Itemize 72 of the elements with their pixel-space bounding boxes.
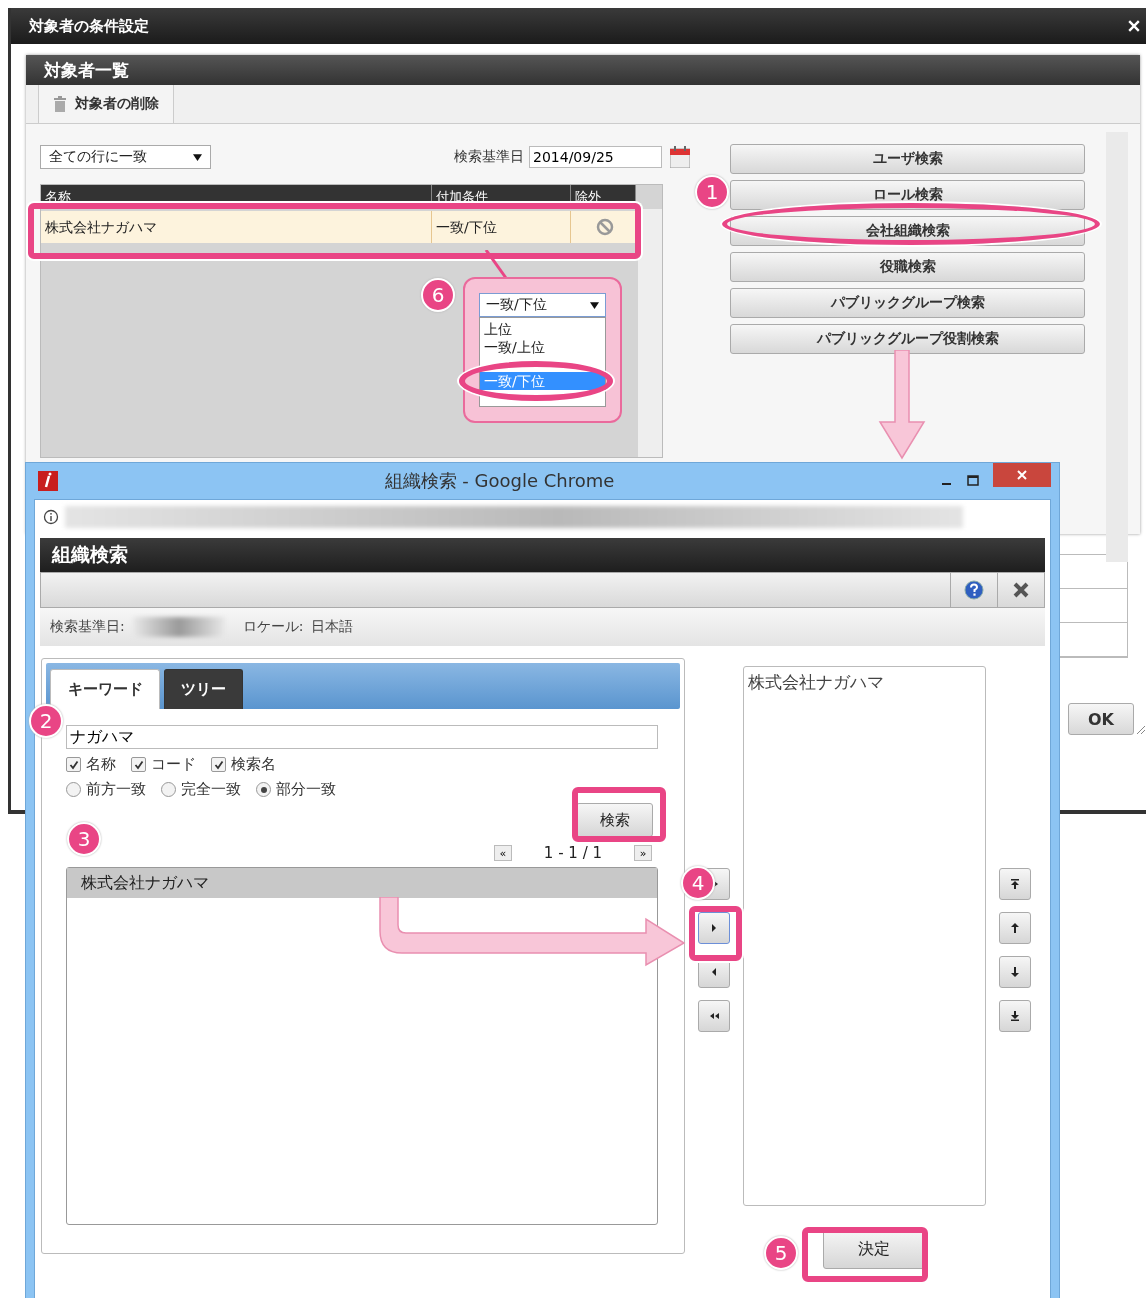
condition-select[interactable]: 一致/下位 (479, 293, 606, 317)
move-top-button[interactable] (999, 868, 1031, 900)
match-select[interactable]: 全ての行に一致 (40, 145, 211, 169)
close-icon (1016, 469, 1028, 481)
double-left-arrow-icon (708, 1011, 720, 1021)
left-arrow-icon (710, 967, 718, 977)
ok-button[interactable]: OK (1068, 703, 1134, 735)
down-arrow-icon (1010, 966, 1020, 978)
search-button[interactable]: 役職検索 (730, 252, 1085, 282)
add-button[interactable] (698, 912, 730, 944)
move-up-button[interactable] (999, 912, 1031, 944)
radio-label: 部分一致 (276, 780, 336, 799)
up-arrow-icon (1010, 922, 1020, 934)
date-field[interactable]: 2014/09/25 (529, 146, 662, 168)
maximize-icon[interactable] (967, 475, 979, 487)
table-cell: 株式会社ナガハマ (41, 211, 432, 243)
checkbox-label: 検索名 (231, 755, 276, 774)
dropdown-option[interactable]: 上位 (480, 320, 605, 338)
window-title: 組織検索 - Google Chrome (383, 469, 616, 493)
app-icon (38, 471, 58, 491)
checkbox[interactable] (66, 757, 81, 772)
trash-icon (53, 96, 67, 112)
radio-button[interactable] (161, 782, 176, 797)
leader-line (484, 250, 508, 280)
keyword-field[interactable]: ナガハマ (66, 725, 658, 749)
table-cell[interactable]: 一致/下位 (432, 211, 571, 243)
highlight-frame (689, 906, 742, 961)
radio-label: 完全一致 (181, 780, 241, 799)
search-button[interactable]: ユーザ検索 (730, 144, 1085, 174)
caret-icon (193, 153, 202, 161)
search-button[interactable]: パブリックグループ検索 (730, 288, 1085, 318)
radio-button[interactable] (66, 782, 81, 797)
help-icon[interactable] (964, 580, 984, 600)
info-icon[interactable] (43, 509, 59, 525)
close-button[interactable] (993, 463, 1051, 487)
remove-all-button[interactable] (698, 1000, 730, 1032)
locale-label: ロケール: (242, 618, 304, 636)
move-bottom-button[interactable] (999, 1000, 1031, 1032)
panel-title: 対象者一覧 (44, 58, 129, 82)
right-arrow-icon (710, 923, 718, 933)
tab[interactable]: キーワード (50, 669, 160, 709)
scrollbar[interactable] (1106, 132, 1128, 562)
scrollbar[interactable] (638, 209, 662, 457)
page-title: 組織検索 (52, 542, 128, 567)
checkbox-label: コード (151, 755, 196, 774)
arrow-to-bottom-icon (1010, 1010, 1020, 1022)
date-label: 検索基準日 (454, 148, 524, 166)
selected-item[interactable]: 株式会社ナガハマ (744, 667, 985, 698)
checkbox-label: 名称 (86, 755, 116, 774)
last-page-button[interactable]: » (634, 845, 652, 861)
resize-grip-icon[interactable] (1134, 723, 1146, 735)
search-button[interactable]: パブリックグループ役割検索 (730, 324, 1085, 354)
checkbox[interactable] (211, 757, 226, 772)
tab[interactable]: ツリー (164, 669, 243, 709)
search-button[interactable]: 検索 (576, 803, 653, 837)
move-down-button[interactable] (999, 956, 1031, 988)
page-range: 1 - 1 / 1 (543, 844, 602, 862)
radio-button[interactable] (256, 782, 271, 797)
window-title: 対象者の条件設定 (29, 16, 150, 36)
radio-label: 前方一致 (86, 780, 146, 799)
first-page-button[interactable]: « (493, 845, 512, 861)
caret-icon (590, 301, 599, 309)
dropdown-option[interactable]: 一致/上位 (480, 338, 605, 356)
delete-button[interactable]: 対象者の削除 (38, 85, 174, 123)
calendar-icon[interactable] (670, 146, 690, 168)
close-icon[interactable] (1012, 581, 1030, 599)
result-item[interactable]: 株式会社ナガハマ (67, 868, 657, 898)
checkbox[interactable] (131, 757, 146, 772)
locale-value: 日本語 (311, 618, 354, 636)
prohibited-icon[interactable] (596, 218, 614, 236)
date-label: 検索基準日: (50, 618, 125, 636)
arrow-to-top-icon (1010, 878, 1020, 890)
